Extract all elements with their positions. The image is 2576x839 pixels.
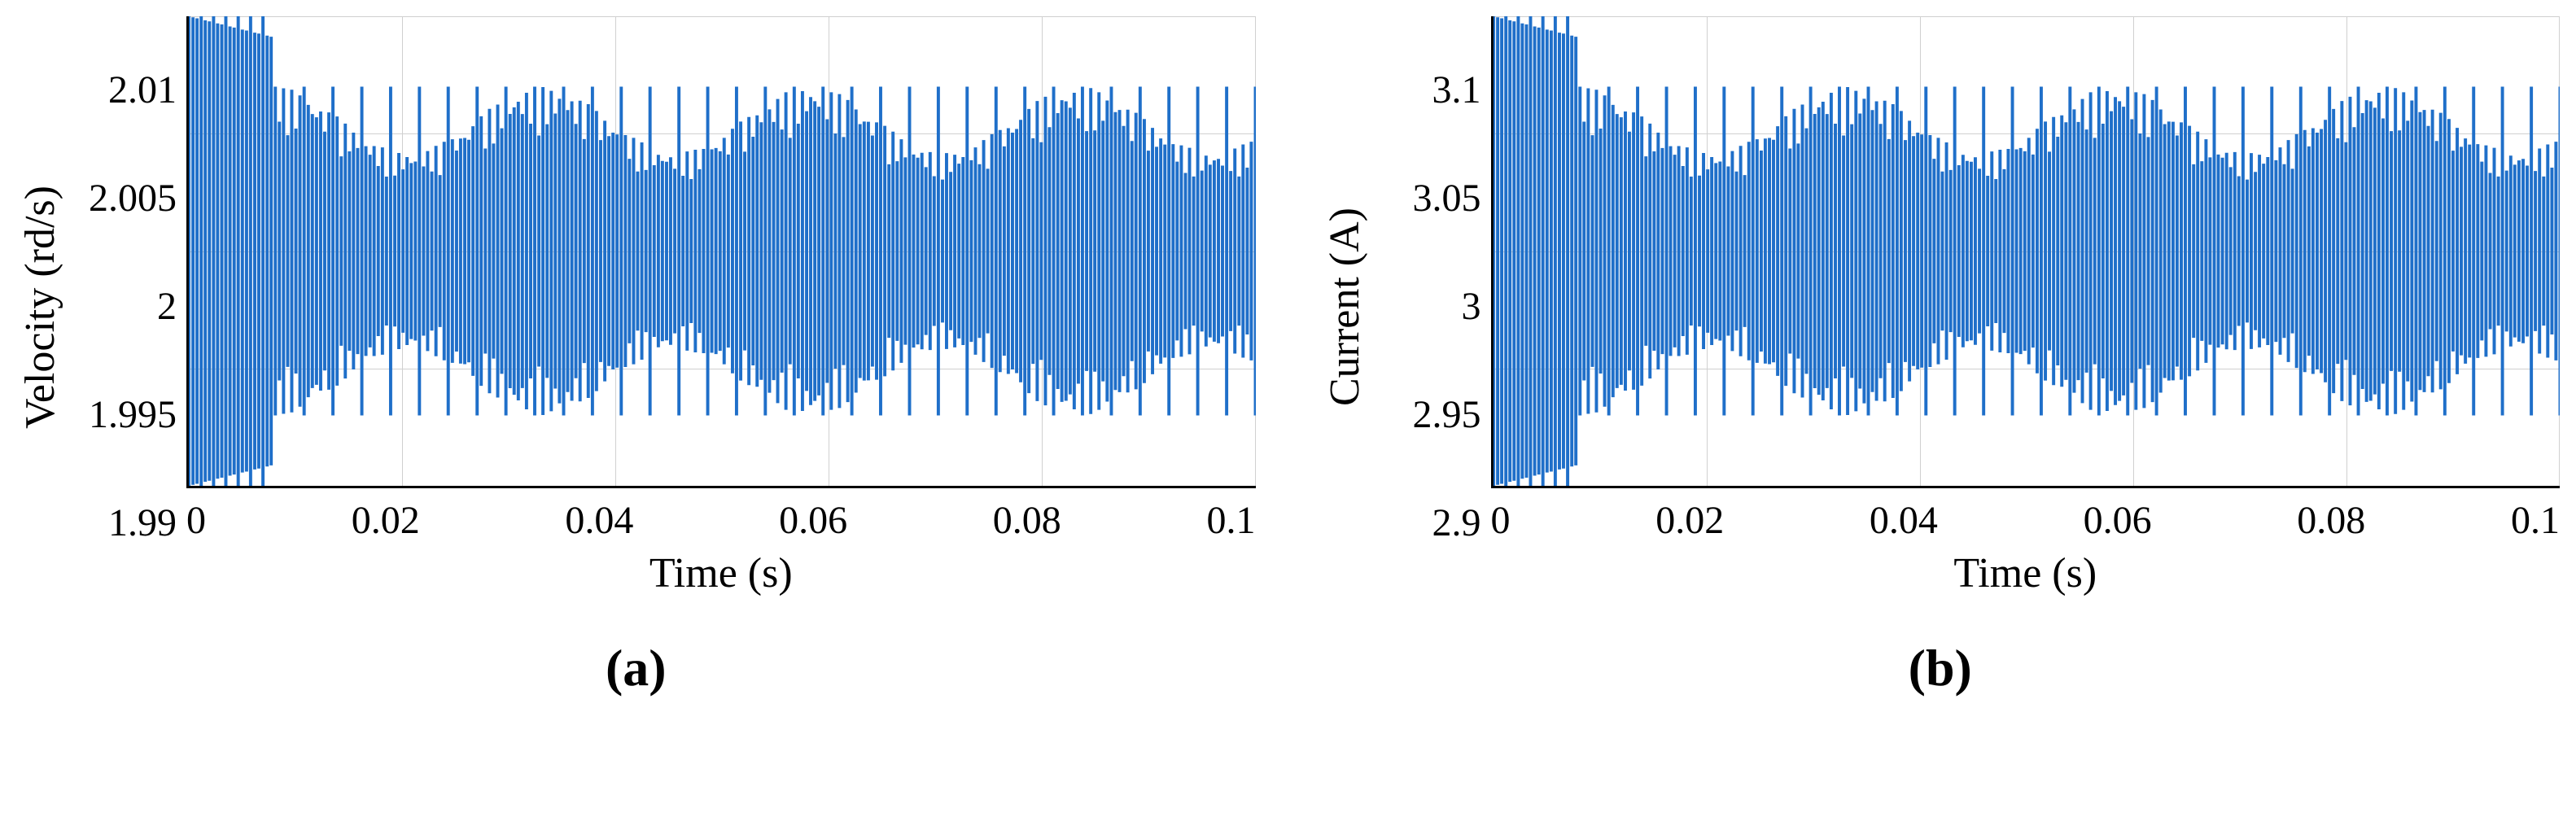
plot-b: [1491, 16, 2561, 488]
waveform-b: [1494, 16, 2561, 486]
caption-a: (a): [606, 638, 667, 698]
yticks-a: 2.01 2.005 2 1.995 1.99: [72, 71, 186, 543]
chart-panel-b: Current (A) 3.1 3.05 3 2.95 2.9: [1321, 16, 2561, 698]
xlabel-a: Time (s): [186, 549, 1256, 597]
xticks-b: 0 0.02 0.04 0.06 0.08 0.1: [1491, 498, 2561, 543]
caption-b: (b): [1909, 638, 1972, 698]
chart-panel-a: Velocity (rd/s) 2.01 2.005 2 1.995 1.99: [16, 16, 1256, 698]
xlabel-b: Time (s): [1491, 549, 2561, 597]
xticks-a: 0 0.02 0.04 0.06 0.08 0.1: [186, 498, 1256, 543]
yticks-b: 3.1 3.05 3 2.95 2.9: [1377, 71, 1491, 543]
waveform-a: [189, 16, 1256, 486]
ylabel-a: Velocity (rd/s): [16, 186, 64, 429]
plot-a: [186, 16, 1256, 488]
ylabel-b: Current (A): [1321, 208, 1369, 406]
